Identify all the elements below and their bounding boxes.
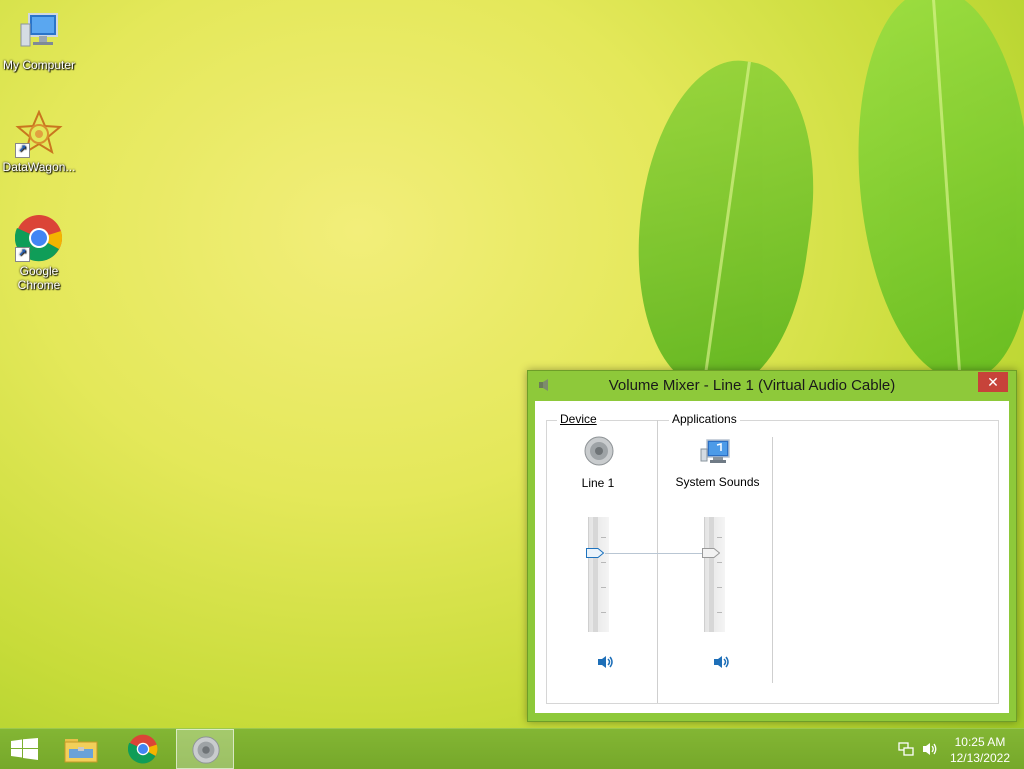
volume-mixer-taskbar-button[interactable] <box>176 729 234 769</box>
datawagon-icon: ↗ <box>15 109 63 158</box>
speaker-icon <box>192 736 220 764</box>
volume-slider-system-sounds[interactable] <box>704 517 725 632</box>
windows-logo-icon <box>11 738 38 760</box>
channel-name: System Sounds <box>675 475 760 489</box>
volume-slider-line1[interactable] <box>588 517 609 632</box>
start-button[interactable] <box>0 729 58 769</box>
volume-icon[interactable] <box>713 655 731 669</box>
channel-divider <box>772 437 773 683</box>
applications-section-label: Applications <box>669 412 740 426</box>
desktop-icon-label-line1: Google <box>19 264 59 278</box>
network-icon[interactable] <box>898 741 914 757</box>
section-divider <box>657 420 658 703</box>
shortcut-arrow-icon: ↗ <box>15 247 30 262</box>
clock-date: 12/13/2022 <box>949 751 1010 765</box>
window-title: Volume Mixer - Line 1 (Virtual Audio Cab… <box>608 377 896 394</box>
chrome-taskbar-button[interactable] <box>114 729 172 769</box>
taskbar: 10:25 AM 12/13/2022 <box>0 728 1024 769</box>
clock-time: 10:25 AM <box>954 735 1006 749</box>
speaker-icon[interactable] <box>583 435 615 467</box>
channel-name: Line 1 <box>581 476 615 490</box>
desktop-icon-my-computer[interactable]: My Computer <box>0 8 78 72</box>
file-explorer-button[interactable] <box>52 729 110 769</box>
volume-slider-thumb[interactable] <box>702 548 720 558</box>
mixer-client-area: Device Applications Line 1 System Sounds <box>535 401 1009 713</box>
device-section-label: Device <box>557 412 600 426</box>
folder-icon <box>64 739 98 763</box>
desktop-icon-datawagon[interactable]: ↗ DataWagon... <box>0 109 78 174</box>
computer-icon <box>15 8 63 56</box>
taskbar-clock[interactable]: 10:25 AM 12/13/2022 <box>950 734 1010 766</box>
desktop-icon-google-chrome[interactable]: ↗ Google Chrome <box>0 214 78 292</box>
wallpaper-leaf <box>617 49 833 401</box>
desktop-icon-label: DataWagon... <box>2 160 76 174</box>
chrome-icon: ↗ <box>14 214 63 262</box>
title-bar[interactable]: Volume Mixer - Line 1 (Virtual Audio Cab… <box>528 371 1016 399</box>
volume-slider-thumb[interactable] <box>586 548 604 558</box>
volume-icon[interactable] <box>597 655 615 669</box>
wallpaper-leaf <box>846 0 1024 386</box>
volume-icon[interactable] <box>922 741 938 757</box>
system-sounds-icon[interactable] <box>699 437 731 467</box>
volume-mixer-window[interactable]: Volume Mixer - Line 1 (Virtual Audio Cab… <box>527 370 1017 722</box>
desktop: My Computer ↗ DataWagon... ↗ Google Chro… <box>0 0 1024 728</box>
desktop-icon-label-line2: Chrome <box>17 278 61 292</box>
close-button[interactable]: ✕ <box>978 372 1008 392</box>
chrome-icon <box>128 734 158 764</box>
desktop-icon-label: My Computer <box>2 58 76 72</box>
shortcut-arrow-icon: ↗ <box>15 143 30 158</box>
